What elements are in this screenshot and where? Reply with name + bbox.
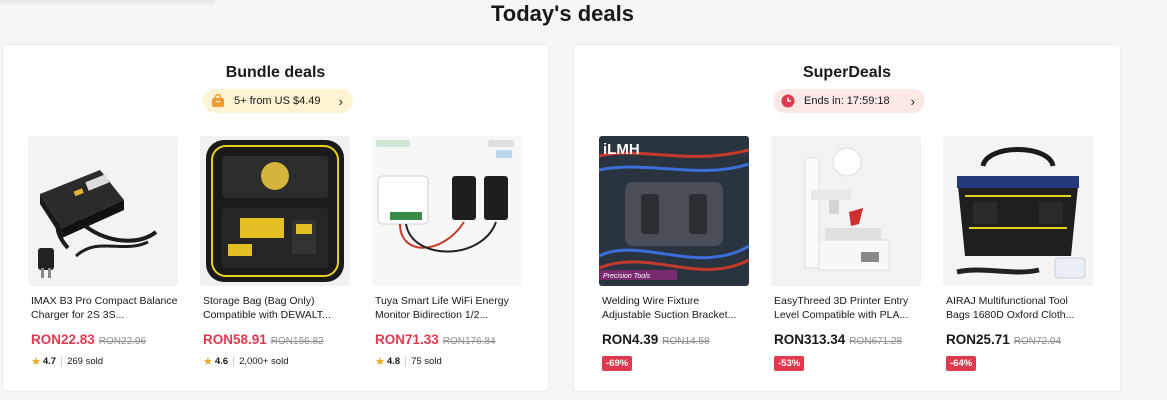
star-icon: ★ xyxy=(375,356,385,368)
product-name: AIRAJ Multifunctional Tool Bags 1680D Ox… xyxy=(946,295,1075,321)
product-image xyxy=(771,136,921,286)
product-image xyxy=(943,136,1093,286)
bundle-deals-panel: Bundle deals 5+ from US $4.49 › IMAX B3 … xyxy=(2,44,549,392)
product-name: IMAX B3 Pro Compact Balance Charger for … xyxy=(31,295,178,321)
product-card[interactable]: IMAX B3 Pro Compact Balance Charger for … xyxy=(28,136,178,368)
product-image: iLMH Precision Tools xyxy=(599,136,749,286)
chevron-right-icon: › xyxy=(338,93,343,109)
product-name: Storage Bag (Bag Only) Compatible with D… xyxy=(203,295,331,321)
page-title: Today's deals xyxy=(491,1,634,26)
bundle-deals-pill[interactable]: 5+ from US $4.49 › xyxy=(203,89,353,113)
product-card[interactable]: iLMH Precision Tools Welding Wire Fixtur… xyxy=(599,136,749,371)
superdeals-timer-pill[interactable]: Ends in: 17:59:18 › xyxy=(773,89,925,113)
product-name: EasyThreed 3D Printer Entry Level Compat… xyxy=(774,295,909,321)
product-image xyxy=(200,136,350,286)
product-name: Tuya Smart Life WiFi Energy Monitor Bidi… xyxy=(375,295,509,321)
image-brand-text: iLMH xyxy=(603,141,640,158)
product-price: RON4.39 xyxy=(602,332,659,347)
product-card[interactable]: EasyThreed 3D Printer Entry Level Compat… xyxy=(771,136,921,371)
original-price: RON671.28 xyxy=(849,336,903,347)
bundle-pill-text: 5+ from US $4.49 xyxy=(234,95,321,107)
sold-count: 269 sold xyxy=(67,356,104,367)
product-card[interactable]: AIRAJ Multifunctional Tool Bags 1680D Ox… xyxy=(943,136,1093,371)
chevron-right-icon: › xyxy=(910,93,915,109)
divider xyxy=(61,357,63,366)
star-icon: ★ xyxy=(31,356,41,368)
original-price: RON22.96 xyxy=(98,336,147,347)
original-price: RON72.04 xyxy=(1013,336,1062,347)
product-card[interactable]: Tuya Smart Life WiFi Energy Monitor Bidi… xyxy=(372,136,522,368)
clock-icon xyxy=(781,94,795,108)
rating: 4.6 xyxy=(214,356,229,367)
product-price: RON58.91 xyxy=(203,332,267,347)
product-price: RON313.34 xyxy=(774,332,846,347)
product-name: Welding Wire Fixture Adjustable Suction … xyxy=(602,295,737,321)
superdeals-panel: SuperDeals Ends in: 17:59:18 › iLMH Prec… xyxy=(573,44,1121,392)
product-price: RON22.83 xyxy=(31,332,95,347)
original-price: RON156.82 xyxy=(270,336,324,347)
divider xyxy=(405,357,407,366)
product-price: RON71.33 xyxy=(375,332,439,347)
shopping-bag-icon xyxy=(211,94,225,108)
original-price: RON14.58 xyxy=(662,336,710,347)
rating: 4.8 xyxy=(386,356,401,367)
discount-badge: -64% xyxy=(946,356,977,371)
product-price: RON25.71 xyxy=(946,332,1010,347)
product-card[interactable]: Storage Bag (Bag Only) Compatible with D… xyxy=(200,136,350,368)
sold-count: 2,000+ sold xyxy=(239,356,289,367)
product-image xyxy=(28,136,178,286)
discount-badge: -53% xyxy=(774,356,805,371)
discount-badge: -69% xyxy=(602,356,633,371)
original-price: RON176.84 xyxy=(442,336,496,347)
bundle-deals-title[interactable]: Bundle deals xyxy=(3,63,548,83)
rating: 4.7 xyxy=(42,356,57,367)
image-caption-text: Precision Tools xyxy=(603,273,651,280)
star-icon: ★ xyxy=(203,356,213,368)
sold-count: 75 sold xyxy=(411,356,442,367)
product-image xyxy=(372,136,522,286)
superdeals-title[interactable]: SuperDeals xyxy=(574,63,1120,83)
countdown-text: Ends in: 17:59:18 xyxy=(804,95,890,107)
divider xyxy=(233,357,235,366)
